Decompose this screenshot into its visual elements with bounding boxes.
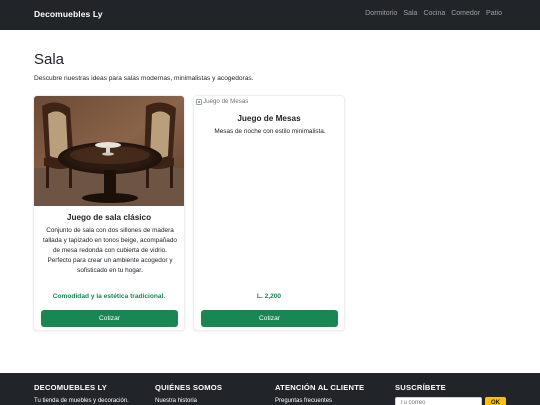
- top-navbar: Decomuebles Ly Dormitorio Sala Cocina Co…: [0, 0, 540, 30]
- footer-col-subscribe: SUSCRÍBETE: [395, 383, 446, 392]
- footer-link-history[interactable]: Nuestra historia: [155, 398, 197, 404]
- nav-link-sala[interactable]: Sala: [403, 10, 417, 17]
- living-room-photo: [34, 96, 184, 206]
- nav-link-cocina[interactable]: Cocina: [423, 10, 445, 17]
- card-description: Mesas de noche con estilo minimalista.: [214, 128, 326, 135]
- nav-link-dormitorio[interactable]: Dormitorio: [365, 10, 397, 17]
- nav-link-patio[interactable]: Patio: [486, 10, 502, 17]
- card-description: Conjunto de sala con dos sillones de mad…: [43, 227, 177, 274]
- broken-image: Juego de Mesas: [196, 98, 248, 105]
- subscribe-ok-button[interactable]: OK: [485, 397, 506, 405]
- card-title: Juego de sala clásico: [66, 213, 152, 222]
- broken-image-icon: [196, 98, 202, 105]
- footer-col-brand: DECOMUEBLES LY Tu tienda de muebles y de…: [34, 383, 129, 404]
- card-title: Juego de Mesas: [237, 114, 301, 123]
- footer-heading: ATENCIÓN AL CLIENTE: [275, 383, 365, 392]
- quote-button[interactable]: Cotizar: [41, 310, 178, 327]
- footer-col-about: QUIÉNES SOMOS Nuestra historia: [155, 383, 222, 404]
- nav-links: Dormitorio Sala Cocina Comedor Patio: [365, 10, 502, 17]
- subscribe-email-input[interactable]: [395, 397, 482, 405]
- footer-heading: SUSCRÍBETE: [395, 383, 446, 392]
- quote-button[interactable]: Cotizar: [201, 310, 338, 327]
- image-alt-text: Juego de Mesas: [203, 98, 249, 105]
- card-price-note: Comodidad y la estética tradicional.: [52, 293, 166, 300]
- product-card-living-set: Juego de sala clásico Conjunto de sala c…: [33, 95, 185, 331]
- page-title: Sala: [34, 51, 65, 68]
- footer-tagline: Tu tienda de muebles y decoración.: [34, 398, 129, 404]
- footer-col-support: ATENCIÓN AL CLIENTE Preguntas frecuentes: [275, 383, 364, 404]
- footer-link-faq[interactable]: Preguntas frecuentes: [275, 398, 332, 404]
- product-card-tables: Juego de Mesas Juego de Mesas Mesas de n…: [193, 95, 345, 331]
- brand-logo-text[interactable]: Decomuebles Ly: [34, 9, 103, 19]
- card-price: L. 2,200: [256, 293, 282, 300]
- footer-heading: QUIÉNES SOMOS: [155, 383, 223, 392]
- footer-heading: DECOMUEBLES LY: [34, 383, 107, 392]
- nav-link-comedor[interactable]: Comedor: [451, 10, 480, 17]
- page-description: Descubre nuestras ideas para salas moder…: [34, 75, 254, 82]
